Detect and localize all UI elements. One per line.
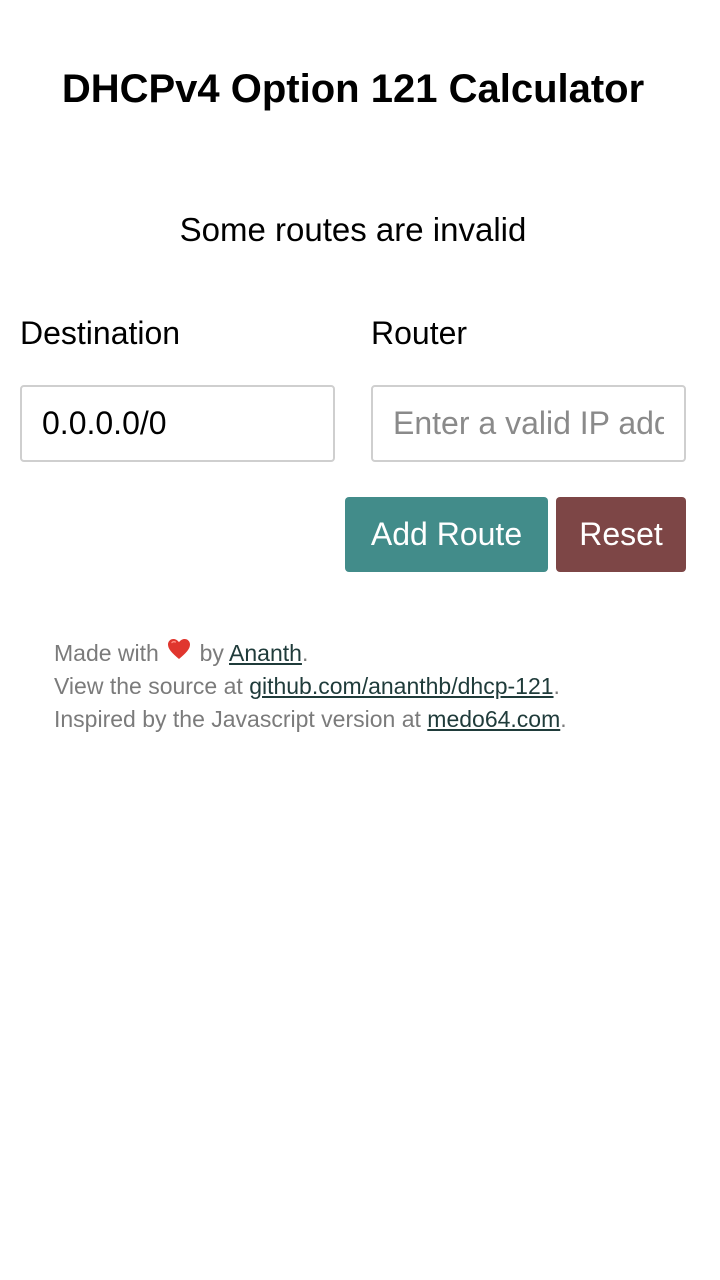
- footer-line-inspired: Inspired by the Javascript version at me…: [54, 703, 567, 736]
- router-label: Router: [371, 315, 468, 351]
- destination-input[interactable]: [20, 385, 335, 462]
- router-input[interactable]: [371, 385, 686, 462]
- line1-period: .: [301, 640, 309, 666]
- by-text: by: [199, 640, 224, 666]
- page-title: DHCPv4 Option 121 Calculator: [61, 67, 645, 111]
- line3-period: .: [560, 706, 567, 732]
- status-message: Some routes are invalid: [179, 211, 527, 248]
- inspired-text: Inspired by the Javascript version at: [54, 706, 421, 732]
- source-text: View the source at: [54, 673, 243, 699]
- page: DHCPv4 Option 121 Calculator Some routes…: [0, 0, 720, 1280]
- destination-label: Destination: [20, 315, 181, 351]
- line2-period: .: [553, 673, 560, 699]
- reset-button[interactable]: Reset: [556, 497, 686, 572]
- made-with-text: Made with: [54, 640, 159, 666]
- footer-line-made-with: Made with by Ananth.: [54, 637, 567, 670]
- medo64-link[interactable]: medo64.com: [427, 706, 560, 732]
- add-route-button[interactable]: Add Route: [345, 497, 548, 572]
- author-link[interactable]: Ananth: [229, 640, 302, 666]
- github-link[interactable]: github.com/ananthb/dhcp-121: [249, 673, 553, 699]
- heart-icon: [167, 636, 191, 669]
- footer-line-source: View the source at github.com/ananthb/dh…: [54, 670, 567, 703]
- footer: Made with by Ananth. View the source at …: [54, 637, 567, 736]
